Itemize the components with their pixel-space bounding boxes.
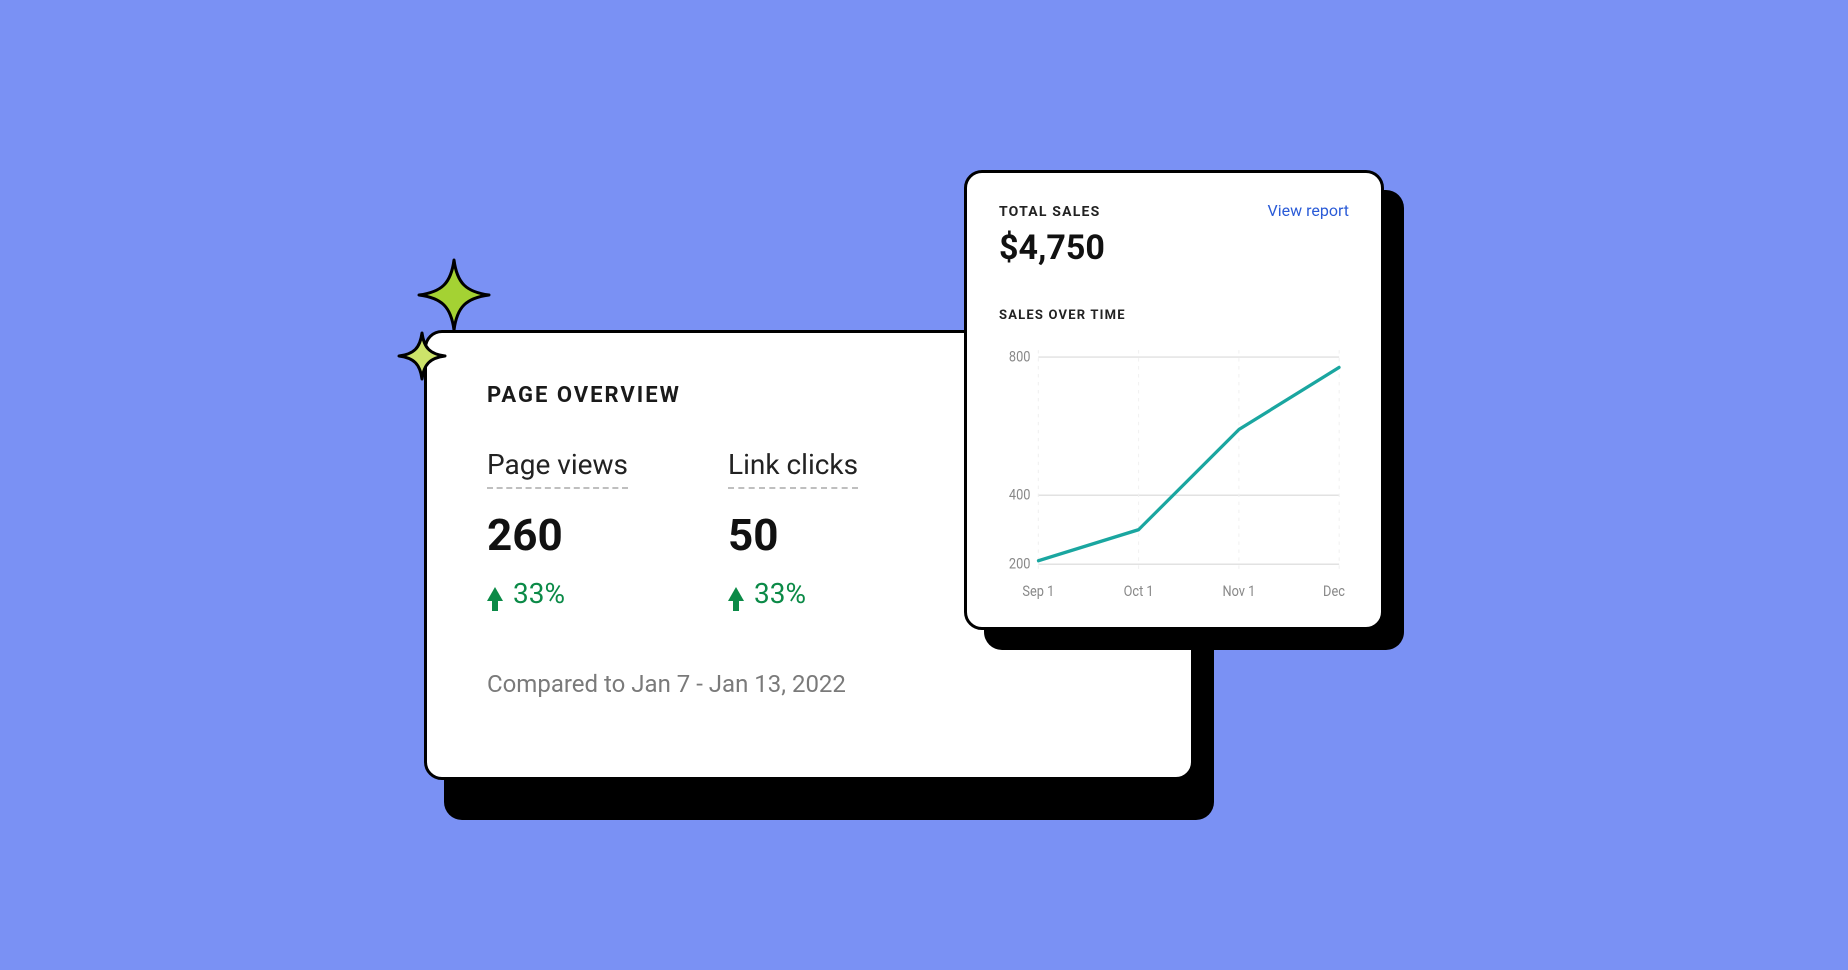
metric-delta-text: 33% (754, 577, 806, 610)
total-sales-header: TOTAL SALES View report (999, 201, 1349, 220)
svg-text:Sep 1: Sep 1 (1022, 583, 1054, 600)
metric-delta-text: 33% (513, 577, 565, 610)
total-sales-amount: $4,750 (999, 228, 1349, 268)
svg-text:Oct 1: Oct 1 (1124, 583, 1154, 600)
metric-page-views: Page views 260 33% (487, 448, 628, 610)
svg-text:800: 800 (1009, 349, 1031, 366)
page-overview-compare: Compared to Jan 7 - Jan 13, 2022 (487, 670, 1131, 698)
sales-chart-svg: 200 400 800 Sep 1 Oct 1 Nov 1 Dec 1 (999, 341, 1349, 603)
svg-text:Nov 1: Nov 1 (1222, 583, 1255, 600)
metric-delta: 33% (487, 577, 628, 610)
metric-link-clicks: Link clicks 50 33% (728, 448, 858, 610)
sales-chart: 200 400 800 Sep 1 Oct 1 Nov 1 Dec 1 (999, 341, 1349, 603)
svg-text:Dec 1: Dec 1 (1323, 583, 1349, 600)
view-report-link[interactable]: View report (1268, 201, 1349, 220)
svg-text:400: 400 (1009, 487, 1031, 504)
arrow-up-icon (728, 587, 744, 601)
metric-delta: 33% (728, 577, 858, 610)
arrow-up-icon (487, 587, 503, 601)
total-sales-title: TOTAL SALES (999, 204, 1100, 220)
svg-text:200: 200 (1009, 556, 1031, 573)
metric-label: Page views (487, 448, 628, 489)
total-sales-card: TOTAL SALES View report $4,750 SALES OVE… (964, 170, 1384, 630)
metric-value: 260 (487, 509, 628, 561)
sales-over-time-title: SALES OVER TIME (999, 308, 1349, 323)
metric-label: Link clicks (728, 448, 858, 489)
metric-value: 50 (728, 509, 858, 561)
